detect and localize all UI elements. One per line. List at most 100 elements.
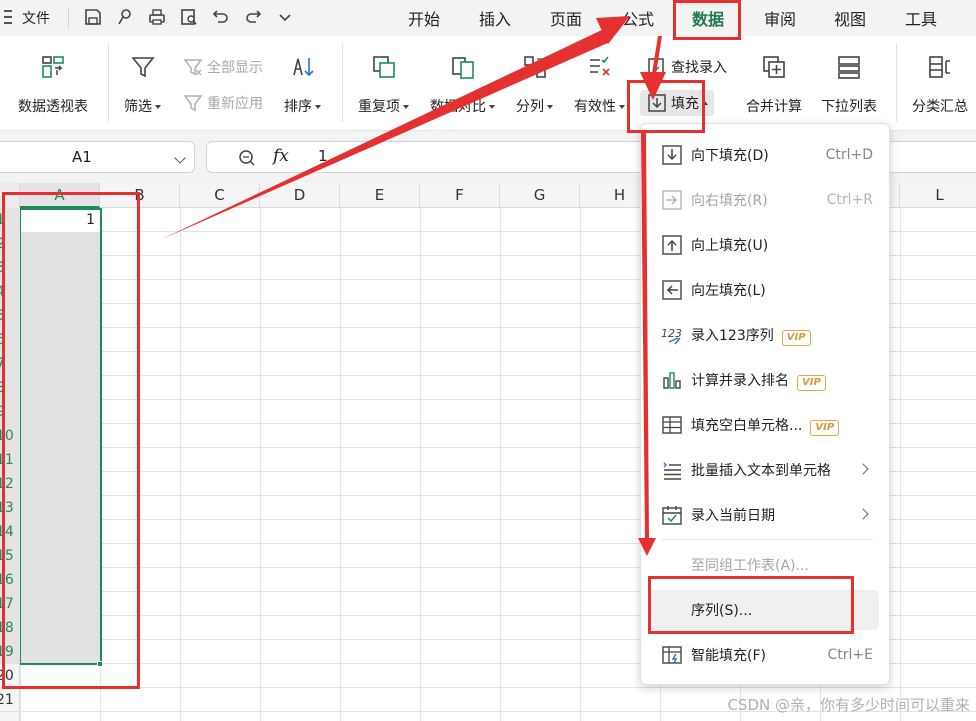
print-icon[interactable] (144, 0, 170, 34)
fill-menu: 向下填充(D) Ctrl+D 向右填充(R) Ctrl+R 向上填充(U) 向左… (640, 123, 890, 685)
row-header-20[interactable]: 20 (0, 664, 20, 688)
column-header-b[interactable]: B (100, 183, 180, 208)
menu-item-fill-down[interactable]: 向下填充(D) Ctrl+D (641, 135, 889, 175)
compare-icon (449, 50, 477, 84)
sort-button[interactable]: 排序 (284, 50, 321, 116)
column-header-c[interactable]: C (180, 183, 260, 208)
tab-home[interactable]: 开始 (408, 6, 440, 30)
duplicates-icon (370, 50, 398, 84)
row-header-8[interactable]: 8 (0, 376, 20, 400)
column-header-f[interactable]: F (420, 183, 500, 208)
menu-divider (661, 539, 873, 540)
fill-left-icon (661, 279, 683, 301)
split-column-button[interactable]: 分列 (516, 50, 553, 116)
tab-formula[interactable]: 公式 (622, 6, 654, 30)
find-entry-button[interactable]: 查找录入 (646, 56, 727, 78)
text-lines-icon (661, 459, 683, 481)
sort-icon (289, 50, 317, 84)
column-header-a[interactable]: A (20, 183, 100, 208)
watermark: CSDN @亲，你有多少时间可以重来 (727, 696, 970, 714)
dropdown-list-icon (835, 50, 863, 84)
title-bar: 文件 开始 插入 页面 公式 数据 审阅 视图 工具 (0, 0, 976, 36)
pivot-table-icon (39, 50, 67, 84)
column-header-d[interactable]: D (260, 183, 340, 208)
menu-item-series[interactable]: 序列(S)... (651, 590, 879, 630)
validation-button[interactable]: 有效性 (574, 50, 625, 116)
column-header-e[interactable]: E (340, 183, 420, 208)
subtotal-button[interactable]: 分类汇总 (912, 50, 968, 116)
menu-item-rank[interactable]: 计算并录入排名 VIP (641, 360, 889, 400)
duplicates-button[interactable]: 重复项 (358, 50, 409, 116)
menu-item-insert-text[interactable]: 批量插入文本到单元格 (641, 450, 889, 490)
row-header-7[interactable]: 7 (0, 352, 20, 376)
show-all-button: 全部显示 (182, 56, 263, 78)
chevron-down-icon[interactable] (272, 0, 298, 34)
tab-tools[interactable]: 工具 (905, 6, 937, 30)
row-header-9[interactable]: 9 (0, 400, 20, 424)
redo-icon[interactable] (240, 0, 266, 34)
column-header-l[interactable]: L (900, 183, 976, 208)
svg-text:123: 123 (661, 327, 682, 340)
chevron-right-icon (857, 463, 869, 475)
file-menu[interactable]: 文件 (22, 8, 50, 28)
funnel-refresh-icon (183, 95, 203, 112)
menu-item-fill-up[interactable]: 向上填充(U) (641, 225, 889, 265)
row-header-13[interactable]: 13 (0, 496, 20, 520)
name-box[interactable]: A1 (0, 141, 195, 173)
consolidate-button[interactable]: 合并计算 (746, 50, 802, 116)
menu-item-fill-left[interactable]: 向左填充(L) (641, 270, 889, 310)
data-compare-button[interactable]: 数据对比 (430, 50, 495, 116)
validation-icon (586, 50, 614, 84)
row-header-12[interactable]: 12 (0, 472, 20, 496)
row-header-1[interactable]: 1 (0, 208, 20, 232)
row-header-3[interactable]: 3 (0, 256, 20, 280)
dropdown-list-button[interactable]: 下拉列表 (821, 50, 877, 116)
zoom-icon[interactable] (237, 148, 257, 172)
menu-item-current-date[interactable]: 录入当前日期 (641, 495, 889, 535)
row-header-10[interactable]: 10 (0, 424, 20, 448)
pivot-table-button[interactable]: 数据透视表 (18, 50, 88, 116)
row-header-15[interactable]: 15 (0, 544, 20, 568)
row-header-4[interactable]: 4 (0, 280, 20, 304)
row-header-14[interactable]: 14 (0, 520, 20, 544)
fill-down-icon (661, 144, 683, 166)
chevron-down-icon[interactable] (174, 152, 186, 164)
menu-item-enter-123-series[interactable]: 123 录入123序列 VIP (641, 315, 889, 355)
filter-button[interactable]: 筛选 (124, 50, 161, 116)
tab-insert[interactable]: 插入 (479, 6, 511, 30)
print-preview-icon[interactable] (176, 0, 202, 34)
fill-button[interactable]: 填充 (640, 90, 714, 116)
column-header-g[interactable]: G (500, 183, 580, 208)
row-header-2[interactable]: 2 (0, 232, 20, 256)
chevron-right-icon (857, 508, 869, 520)
row-header: 123456789101112131415161718192021 (0, 208, 20, 721)
table-grid-icon (661, 414, 683, 436)
selection-border (19, 208, 102, 665)
fx-icon[interactable]: fx (273, 146, 289, 166)
tab-data[interactable]: 数据 (692, 6, 724, 30)
menu-icon[interactable] (0, 0, 16, 34)
row-header-18[interactable]: 18 (0, 616, 20, 640)
tab-view[interactable]: 视图 (834, 6, 866, 30)
row-header-21[interactable]: 21 (0, 688, 20, 712)
undo-icon[interactable] (208, 0, 234, 34)
menu-item-across-worksheets: 至同组工作表(A)... (691, 558, 809, 574)
funnel-icon (129, 50, 157, 84)
save-icon[interactable] (80, 0, 106, 34)
row-header-5[interactable]: 5 (0, 304, 20, 328)
tab-page[interactable]: 页面 (550, 6, 582, 30)
menu-item-smart-fill[interactable]: 智能填充(F) Ctrl+E (641, 635, 889, 675)
formula-content: 1 (318, 147, 328, 165)
row-header-19[interactable]: 19 (0, 640, 20, 664)
rank-chart-icon (661, 369, 683, 391)
number-series-icon: 123 (661, 324, 683, 346)
fill-handle[interactable] (97, 661, 103, 667)
tab-review[interactable]: 审阅 (764, 6, 796, 30)
menu-item-fill-blank-cells[interactable]: 填充空白单元格... VIP (641, 405, 889, 445)
row-header-17[interactable]: 17 (0, 592, 20, 616)
row-header-6[interactable]: 6 (0, 328, 20, 352)
row-header-11[interactable]: 11 (0, 448, 20, 472)
row-header-16[interactable]: 16 (0, 568, 20, 592)
format-painter-icon[interactable] (112, 0, 138, 34)
select-all-corner[interactable] (0, 183, 20, 208)
